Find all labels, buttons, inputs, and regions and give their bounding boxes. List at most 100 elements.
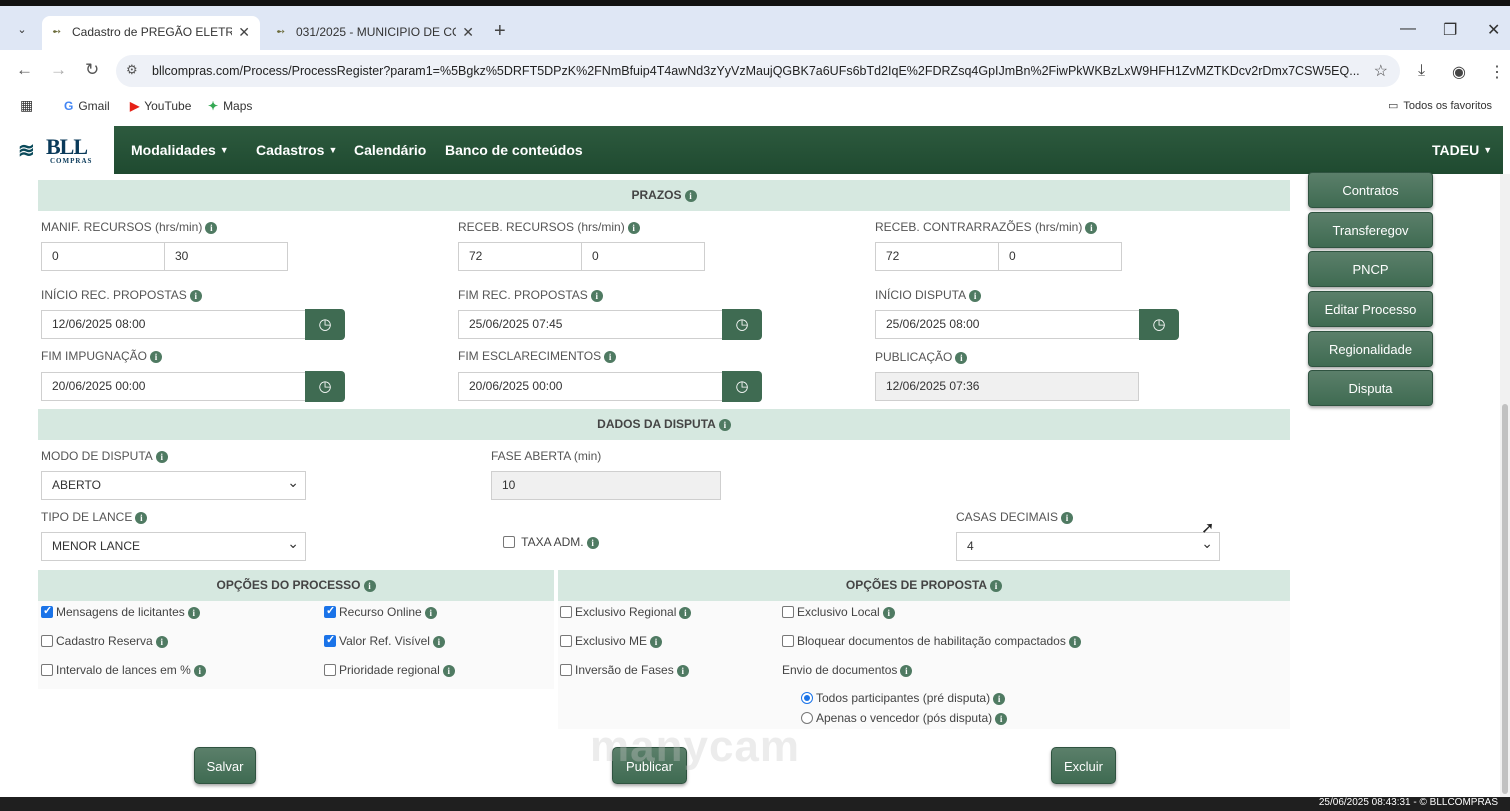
checkbox-box[interactable]: [503, 536, 515, 548]
opt-mensagens-licitantes[interactable]: Mensagens de licitantesi: [41, 604, 200, 619]
inicio-rec-propostas-input[interactable]: 12/06/2025 08:00: [41, 310, 306, 339]
info-icon[interactable]: i: [586, 537, 599, 549]
browser-menu-icon[interactable]: ⋮: [1489, 62, 1505, 82]
transferegov-button[interactable]: Transferegov: [1308, 212, 1433, 248]
info-icon[interactable]: i: [189, 290, 202, 302]
info-icon[interactable]: i: [718, 419, 731, 431]
info-icon[interactable]: i: [1061, 512, 1074, 524]
scrollbar-thumb[interactable]: [1502, 404, 1508, 794]
editar-processo-button[interactable]: Editar Processo: [1308, 291, 1433, 327]
info-icon[interactable]: i: [1085, 222, 1098, 234]
checkbox-box[interactable]: [41, 664, 53, 676]
salvar-button[interactable]: Salvar: [194, 747, 256, 784]
reload-icon[interactable]: ↻: [85, 60, 99, 80]
radio-button[interactable]: [801, 692, 813, 704]
excluir-button[interactable]: Excluir: [1051, 747, 1116, 784]
opt-exclusivo-local[interactable]: Exclusivo Local i: [782, 605, 895, 619]
info-icon[interactable]: i: [590, 290, 603, 302]
page-scrollbar[interactable]: [1500, 174, 1510, 799]
info-icon[interactable]: i: [900, 665, 913, 677]
opt-intervalo-lances[interactable]: Intervalo de lances em % i: [41, 663, 206, 677]
profile-icon[interactable]: ◉: [1452, 62, 1466, 82]
envio-apenas-vencedor-radio[interactable]: Apenas o vencedor (pós disputa) i: [801, 711, 1008, 725]
url-bar[interactable]: ⚙ bllcompras.com/Process/ProcessRegister…: [116, 55, 1400, 87]
info-icon[interactable]: i: [993, 693, 1006, 705]
info-icon[interactable]: i: [150, 351, 163, 363]
browser-tab[interactable]: ➻ 031/2025 - MUNICIPIO DE CONCEIÇÃO ✕: [266, 16, 484, 50]
fim-rec-propostas-input[interactable]: 25/06/2025 07:45: [458, 310, 723, 339]
info-icon[interactable]: i: [187, 607, 200, 619]
fim-esclarecimentos-input[interactable]: 20/06/2025 00:00: [458, 372, 723, 401]
disputa-button[interactable]: Disputa: [1308, 370, 1433, 406]
checkbox-box[interactable]: [324, 664, 336, 676]
bookmark-gmail[interactable]: G Gmail: [64, 99, 110, 113]
modo-disputa-select[interactable]: ABERTO: [41, 469, 306, 500]
clock-icon[interactable]: ◷: [722, 371, 762, 402]
info-icon[interactable]: i: [955, 352, 968, 364]
checkbox-box[interactable]: [782, 606, 794, 618]
opt-exclusivo-me[interactable]: Exclusivo ME i: [560, 634, 663, 648]
user-menu[interactable]: TADEU ▼: [1432, 142, 1492, 158]
opt-exclusivo-regional[interactable]: Exclusivo Regional i: [560, 605, 692, 619]
opt-bloquear-documentos[interactable]: Bloquear documentos de habilitação compa…: [782, 634, 1081, 648]
receb-contrarrazoes-min-input[interactable]: 0: [998, 242, 1122, 271]
info-icon[interactable]: i: [135, 512, 148, 524]
nav-modalidades[interactable]: Modalidades ▼: [131, 142, 229, 158]
casas-decimais-select[interactable]: 4: [956, 530, 1220, 561]
info-icon[interactable]: i: [424, 607, 437, 619]
clock-icon[interactable]: ◷: [1139, 309, 1179, 340]
forward-icon[interactable]: →: [50, 60, 67, 80]
inicio-disputa-input[interactable]: 25/06/2025 08:00: [875, 310, 1140, 339]
clock-icon[interactable]: ◷: [722, 309, 762, 340]
opt-recurso-online[interactable]: Recurso Onlinei: [324, 604, 437, 619]
nav-banco-conteudos[interactable]: Banco de conteúdos: [445, 142, 583, 158]
info-icon[interactable]: i: [155, 636, 168, 648]
checkbox-box[interactable]: [560, 664, 572, 676]
opt-valor-ref-visivel[interactable]: Valor Ref. Visíveli: [324, 633, 445, 648]
checkbox-box[interactable]: [560, 606, 572, 618]
fase-aberta-input[interactable]: 10: [491, 471, 721, 500]
fim-impugnacao-input[interactable]: 20/06/2025 00:00: [41, 372, 306, 401]
tipo-lance-select[interactable]: MENOR LANCE: [41, 530, 306, 561]
taxa-adm-checkbox[interactable]: TAXA ADM. i: [503, 535, 599, 549]
close-icon[interactable]: ✕: [238, 16, 250, 48]
info-icon[interactable]: i: [432, 636, 445, 648]
opt-cadastro-reserva[interactable]: Cadastro Reserva i: [41, 634, 168, 648]
back-icon[interactable]: ←: [16, 60, 33, 80]
new-tab-button[interactable]: +: [494, 20, 506, 43]
info-icon[interactable]: i: [604, 351, 617, 363]
url-text[interactable]: bllcompras.com/Process/ProcessRegister?p…: [152, 64, 1362, 78]
receb-recursos-hrs-input[interactable]: 72: [458, 242, 582, 271]
tab-search-button[interactable]: ⌄: [10, 18, 34, 42]
all-bookmarks[interactable]: ▭ Todos os favoritos: [1388, 99, 1492, 112]
checkbox-box[interactable]: [324, 633, 336, 647]
checkbox-box[interactable]: [324, 604, 336, 618]
pncp-button[interactable]: PNCP: [1308, 251, 1433, 287]
receb-contrarrazoes-hrs-input[interactable]: 72: [875, 242, 999, 271]
opt-prioridade-regional[interactable]: Prioridade regional i: [324, 663, 455, 677]
info-icon[interactable]: i: [1068, 636, 1081, 648]
site-settings-icon[interactable]: ⚙: [126, 62, 138, 78]
envio-todos-participantes-radio[interactable]: Todos participantes (pré disputa) i: [801, 691, 1006, 705]
nav-cadastros[interactable]: Cadastros ▼: [256, 142, 337, 158]
info-icon[interactable]: i: [363, 580, 376, 592]
info-icon[interactable]: i: [205, 222, 218, 234]
radio-button[interactable]: [801, 712, 813, 724]
info-icon[interactable]: i: [990, 580, 1003, 592]
manif-recursos-hrs-input[interactable]: 0: [41, 242, 165, 271]
info-icon[interactable]: i: [684, 190, 697, 202]
info-icon[interactable]: i: [679, 607, 692, 619]
info-icon[interactable]: i: [627, 222, 640, 234]
info-icon[interactable]: i: [193, 665, 206, 677]
close-icon[interactable]: ✕: [462, 16, 474, 48]
info-icon[interactable]: i: [882, 607, 895, 619]
manif-recursos-min-input[interactable]: 30: [164, 242, 288, 271]
clock-icon[interactable]: ◷: [305, 309, 345, 340]
close-window-button[interactable]: ✕: [1487, 20, 1500, 40]
bookmark-maps[interactable]: ✦ Maps: [208, 99, 252, 113]
info-icon[interactable]: i: [995, 713, 1008, 725]
clock-icon[interactable]: ◷: [305, 371, 345, 402]
bll-logo[interactable]: ≋ BLL COMPRAS: [0, 126, 114, 174]
restore-button[interactable]: ❐: [1443, 20, 1457, 40]
download-icon[interactable]: ⤓: [1418, 62, 1425, 80]
